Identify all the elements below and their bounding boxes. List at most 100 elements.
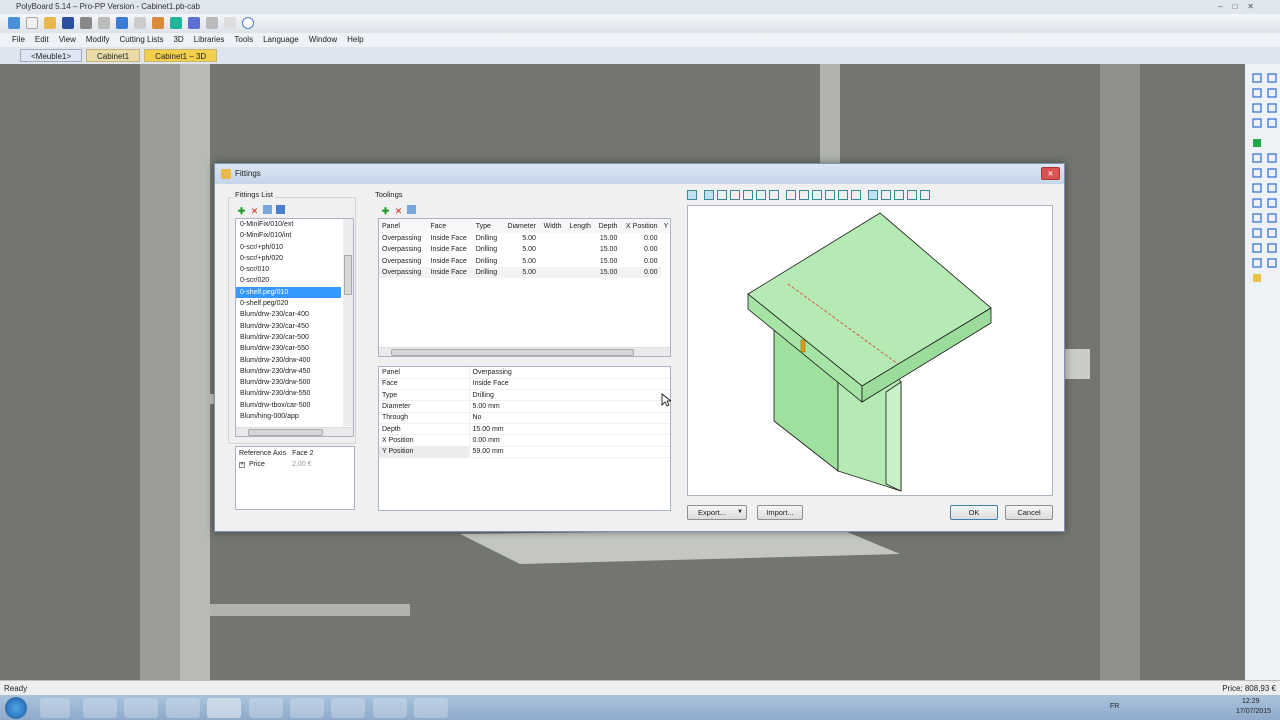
minimize-icon[interactable]: – bbox=[1218, 2, 1222, 12]
view-option-icon[interactable] bbox=[687, 190, 697, 200]
view-option-icon[interactable] bbox=[881, 190, 891, 200]
language-indicator[interactable]: FR bbox=[1110, 703, 1119, 710]
property-row[interactable]: Depth 15.00 mm bbox=[379, 423, 670, 435]
column-header[interactable]: Width bbox=[539, 219, 565, 233]
menu-cutting-lists[interactable]: Cutting Lists bbox=[119, 35, 163, 45]
3d-icon[interactable] bbox=[170, 17, 182, 29]
view-option-icon[interactable] bbox=[704, 190, 714, 200]
property-row[interactable]: Type Drilling bbox=[379, 389, 670, 401]
tooling-row[interactable]: Overpassing Inside Face Drilling 5.00 15.00 0… bbox=[379, 266, 670, 279]
column-header[interactable]: Type bbox=[473, 219, 502, 233]
taskbar-chrome[interactable] bbox=[124, 698, 158, 718]
view-option-icon[interactable] bbox=[717, 190, 727, 200]
import-button[interactable]: Import... bbox=[757, 505, 803, 520]
tab-cabinet1[interactable]: Cabinet1 bbox=[86, 49, 141, 62]
column-header[interactable]: Diameter bbox=[502, 219, 539, 233]
taskbar-skype[interactable] bbox=[290, 698, 324, 718]
fitting-item[interactable]: Blum/drw-230/car-450 bbox=[236, 321, 341, 332]
view-option-icon[interactable] bbox=[838, 190, 848, 200]
column-header[interactable]: Panel bbox=[379, 219, 428, 233]
menu-tools[interactable]: Tools bbox=[234, 35, 253, 45]
box-icon[interactable] bbox=[206, 17, 218, 29]
close-icon[interactable]: ✕ bbox=[1247, 2, 1254, 12]
fitting-item[interactable]: Blum/drw-230/car-500 bbox=[236, 332, 341, 343]
print-preview-icon[interactable] bbox=[98, 17, 110, 29]
property-row[interactable]: Face Inside Face bbox=[379, 378, 670, 390]
taskbar-media-player[interactable] bbox=[40, 698, 70, 718]
fitting-item[interactable]: 0-scr/020 bbox=[236, 275, 341, 286]
menu-window[interactable]: Window bbox=[309, 35, 337, 45]
fitting-item[interactable]: Blum/drw-230/drw-400 bbox=[236, 355, 341, 366]
undo-icon[interactable] bbox=[116, 17, 128, 29]
menu-edit[interactable]: Edit bbox=[35, 35, 49, 45]
fitting-item[interactable]: Blum/drw-230/drw-550 bbox=[236, 388, 341, 399]
taskbar-app2[interactable] bbox=[373, 698, 407, 718]
column-header[interactable]: Y P bbox=[661, 219, 670, 233]
view-option-icon[interactable] bbox=[907, 190, 917, 200]
cancel-button[interactable]: Cancel bbox=[1005, 505, 1053, 520]
taskbar-thunderbird[interactable] bbox=[166, 698, 200, 718]
fittings-icon[interactable] bbox=[224, 17, 236, 29]
ok-button[interactable]: OK bbox=[950, 505, 998, 520]
menu-3d[interactable]: 3D bbox=[173, 35, 183, 45]
save-icon[interactable] bbox=[62, 17, 74, 29]
start-button[interactable] bbox=[5, 697, 27, 719]
tab-cabinet1-3d[interactable]: Cabinet1 – 3D bbox=[144, 49, 218, 62]
view-option-icon[interactable] bbox=[894, 190, 904, 200]
new-doc-icon[interactable] bbox=[26, 17, 38, 29]
view-option-icon[interactable] bbox=[756, 190, 766, 200]
open-icon[interactable] bbox=[44, 17, 56, 29]
property-row[interactable]: X Position 0.00 mm bbox=[379, 434, 670, 447]
fittings-vscrollbar[interactable] bbox=[343, 219, 353, 426]
fitting-item[interactable]: Blum/drw-tbox/car-500 bbox=[236, 400, 341, 411]
export-button[interactable]: Export... ▼ bbox=[687, 505, 747, 520]
view-option-icon[interactable] bbox=[730, 190, 740, 200]
maximize-icon[interactable]: □ bbox=[1232, 2, 1237, 12]
property-row[interactable]: Panel Overpassing bbox=[379, 367, 670, 379]
dialog-close-button[interactable]: ✕ bbox=[1041, 167, 1060, 180]
fitting-item[interactable]: 0-shelf.peg/010 bbox=[236, 286, 341, 299]
view-option-icon[interactable] bbox=[920, 190, 930, 200]
column-header[interactable]: X Position bbox=[620, 219, 660, 233]
taskbar-word[interactable] bbox=[331, 698, 365, 718]
redo-icon[interactable] bbox=[134, 17, 146, 29]
view-option-icon[interactable] bbox=[799, 190, 809, 200]
property-row[interactable]: Y Position 59.00 mm bbox=[379, 446, 670, 458]
tab-meuble1[interactable]: <Meuble1> bbox=[20, 49, 83, 62]
fitting-item[interactable]: 0-scr/010 bbox=[236, 264, 341, 275]
expand-icon[interactable]: + bbox=[239, 462, 245, 469]
fitting-item[interactable]: 0-scr/+ph/020 bbox=[236, 253, 341, 264]
view-option-icon[interactable] bbox=[868, 190, 878, 200]
taskbar-app[interactable] bbox=[249, 698, 283, 718]
clock-time[interactable]: 12:29 bbox=[1242, 698, 1260, 705]
taskbar-app3[interactable] bbox=[414, 698, 448, 718]
menu-modify[interactable]: Modify bbox=[86, 35, 110, 45]
fitting-item[interactable]: Blum/drw-230/drw-450 bbox=[236, 366, 341, 377]
fitting-item[interactable]: 0-scr/+ph/010 bbox=[236, 242, 341, 253]
fitting-item[interactable]: Blum/drw-230/drw-500 bbox=[236, 377, 341, 388]
delete-tooling-icon[interactable]: ✕ bbox=[394, 207, 403, 216]
window-controls[interactable]: – □ ✕ bbox=[1218, 2, 1278, 12]
fitting-item[interactable]: 0-MiniFix/010/int bbox=[236, 230, 341, 241]
fitting-item[interactable]: Blum/hing-000/app bbox=[236, 411, 341, 422]
ref-axis-value[interactable]: Face 2 bbox=[289, 448, 316, 459]
tooling-row[interactable]: Overpassing Inside Face Drilling 5.00 15.00 0… bbox=[379, 256, 670, 267]
taskbar-polyboard[interactable] bbox=[207, 698, 241, 718]
delete-icon[interactable]: ✕ bbox=[250, 207, 259, 216]
fitting-item[interactable]: 0-shelf.peg/020 bbox=[236, 298, 341, 309]
view-option-icon[interactable] bbox=[743, 190, 753, 200]
copy-tooling-icon[interactable] bbox=[407, 205, 416, 214]
column-header[interactable]: Length bbox=[565, 219, 594, 233]
fitting-item[interactable]: Blum/drw-230/car-550 bbox=[236, 343, 341, 354]
fittings-list[interactable]: 0-MiniFix/010/ext 0-MiniFix/010/int 0-scr/… bbox=[235, 218, 354, 437]
view-option-icon[interactable] bbox=[825, 190, 835, 200]
tooling-row[interactable]: Overpassing Inside Face Drilling 5.00 15.00 0… bbox=[379, 233, 670, 244]
properties-icon[interactable] bbox=[152, 17, 164, 29]
fitting-item[interactable]: 0-MiniFix/010/ext bbox=[236, 219, 341, 230]
view-option-icon[interactable] bbox=[786, 190, 796, 200]
copy-icon[interactable] bbox=[263, 205, 272, 214]
menu-view[interactable]: View bbox=[59, 35, 76, 45]
menu-help[interactable]: Help bbox=[347, 35, 363, 45]
clock-date[interactable]: 17/07/2015 bbox=[1236, 708, 1271, 715]
property-row[interactable]: Through No bbox=[379, 412, 670, 424]
